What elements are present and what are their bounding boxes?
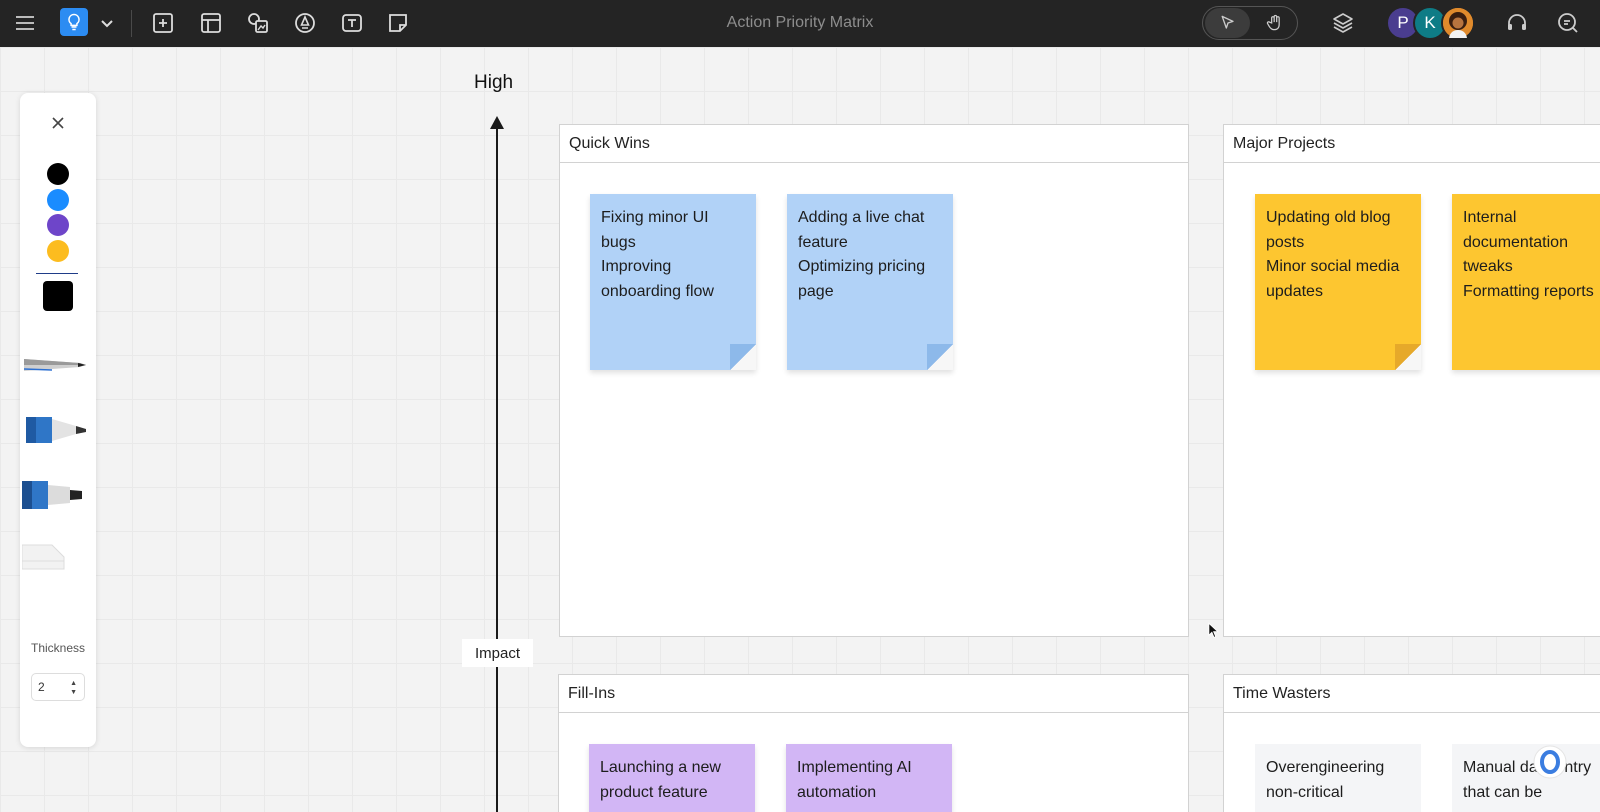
note-line: Updating old blog [1266, 209, 1391, 226]
note-line: Optimizing pricing [798, 258, 926, 275]
note-line: automation [797, 783, 877, 801]
layers-icon[interactable] [1328, 8, 1358, 38]
note-line: tweaks [1463, 258, 1513, 275]
draw-tool-panel: Thickness 2 ▲ ▼ [20, 93, 96, 747]
close-icon[interactable] [48, 113, 68, 133]
note-line: non-critical [1266, 783, 1344, 801]
quadrant-major-projects[interactable]: Major Projects Updating old blog posts M… [1223, 124, 1600, 637]
note-line: updates [1266, 282, 1323, 300]
quadrant-title: Fill-Ins [559, 675, 1188, 713]
color-swatch-yellow[interactable] [47, 240, 69, 262]
thickness-label: Thickness [30, 641, 86, 655]
note-line: Launching a new [600, 759, 721, 776]
eraser-tool[interactable] [21, 535, 88, 579]
note-line: Adding a live chat [798, 209, 925, 226]
avatar-initial: K [1424, 13, 1436, 32]
note-fold [730, 344, 756, 370]
quadrant-time-wasters[interactable]: Time Wasters Overengineering non-critica… [1223, 674, 1600, 812]
thickness-stepper[interactable]: 2 ▲ ▼ [31, 673, 85, 701]
text-icon[interactable] [337, 8, 367, 38]
sticky-note[interactable]: Overengineering non-critical [1255, 744, 1421, 812]
chevron-down-icon[interactable] [92, 8, 122, 38]
hand-pan-icon[interactable] [1252, 8, 1297, 38]
marker-tool[interactable] [22, 407, 88, 451]
impact-axis [496, 125, 498, 812]
sticky-note[interactable]: Implementing AI automation [786, 744, 952, 812]
add-frame-icon[interactable] [148, 8, 178, 38]
template-icon[interactable] [196, 8, 226, 38]
note-line: documentation [1463, 233, 1568, 251]
selected-color[interactable] [43, 281, 73, 311]
quadrant-title: Quick Wins [560, 125, 1188, 163]
sticky-note-icon[interactable] [383, 8, 413, 38]
quadrant-title: Major Projects [1224, 125, 1600, 163]
thickness-value: 2 [38, 680, 45, 694]
sticky-note[interactable]: Fixing minor UI bugs Improving onboardin… [590, 194, 756, 370]
lightbulb-icon[interactable] [60, 8, 88, 36]
select-cursor-icon[interactable] [1205, 8, 1250, 38]
note-line: posts [1266, 233, 1305, 251]
note-line: Improving [601, 258, 672, 275]
color-swatch-blue[interactable] [47, 189, 69, 211]
note-line: product feature [600, 783, 708, 801]
note-line: page [798, 282, 834, 300]
avatar-initial: P [1397, 13, 1409, 32]
note-line: that can be [1463, 783, 1543, 801]
panel-divider [36, 273, 78, 274]
menu-icon[interactable] [10, 8, 40, 38]
quadrant-quick-wins[interactable]: Quick Wins Fixing minor UI bugs Improvin… [559, 124, 1189, 637]
board-title: Action Priority Matrix [726, 14, 874, 31]
help-chat-icon[interactable] [1533, 745, 1567, 779]
stepper-arrows-icon[interactable]: ▲ ▼ [70, 679, 77, 697]
note-line: Overengineering [1266, 759, 1385, 776]
note-line: Formatting reports [1463, 282, 1594, 300]
quadrant-title: Time Wasters [1224, 675, 1600, 713]
sticky-note[interactable]: Updating old blog posts Minor social med… [1255, 194, 1421, 370]
axis-high-label: High [474, 72, 514, 93]
fine-pen-tool[interactable] [22, 343, 88, 387]
note-line: bugs [601, 233, 636, 251]
headset-icon[interactable] [1502, 8, 1532, 38]
quadrant-fill-ins[interactable]: Fill-Ins Launching a new product feature… [558, 674, 1189, 812]
note-line: Minor social media [1266, 258, 1400, 275]
avatar-photo[interactable] [1441, 6, 1475, 40]
toolbar-divider [131, 10, 132, 37]
note-line: Fixing minor UI [601, 209, 709, 226]
highlighter-tool[interactable] [22, 471, 88, 515]
note-line: onboarding flow [601, 282, 714, 300]
image-shapes-icon[interactable] [243, 8, 273, 38]
pen-icon[interactable] [290, 8, 320, 38]
sticky-note[interactable]: Launching a new product feature [589, 744, 755, 812]
sticky-note[interactable]: Manual data entry that can be [1452, 744, 1600, 812]
comment-search-icon[interactable] [1553, 8, 1583, 38]
note-line: feature [798, 233, 848, 251]
note-line: Internal [1463, 209, 1517, 226]
note-fold [1395, 344, 1421, 370]
axis-impact-label: Impact [462, 639, 533, 667]
sticky-note[interactable]: Adding a live chat feature Optimizing pr… [787, 194, 953, 370]
note-fold [927, 344, 953, 370]
color-swatch-purple[interactable] [47, 214, 69, 236]
mouse-cursor-icon [1208, 622, 1220, 645]
top-toolbar: Action Priority Matrix P K [0, 0, 1600, 47]
note-line: Manual data entry [1463, 759, 1592, 776]
interaction-mode-toggle [1202, 6, 1298, 40]
sticky-note[interactable]: Internal documentation tweaks Formatting… [1452, 194, 1600, 370]
note-line: Implementing AI [797, 759, 912, 776]
color-swatch-black[interactable] [47, 163, 69, 185]
